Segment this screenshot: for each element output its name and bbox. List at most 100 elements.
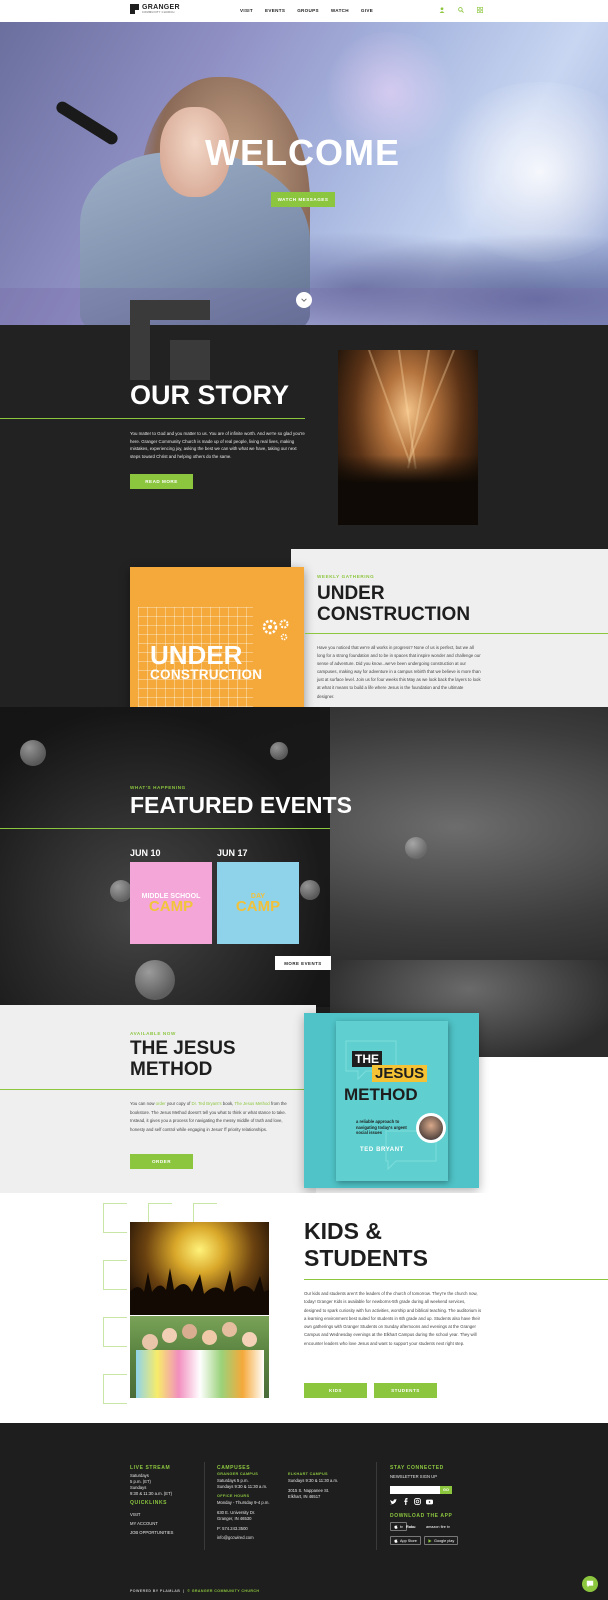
gear-icon: [262, 619, 289, 641]
roku-badge[interactable]: Roku: [403, 1522, 419, 1531]
quicklink-visit[interactable]: VISIT: [130, 1510, 173, 1519]
event-date: JUN 10: [130, 848, 161, 858]
g-logo-watermark-icon: [130, 300, 210, 380]
elkhart-address: 3015 S. Nappanee St. Elkhart, IN 46517: [288, 1488, 330, 1499]
order-link[interactable]: order: [156, 1101, 166, 1106]
powered-by-label: POWERED BY: [130, 1589, 159, 1593]
newsletter-label: NEWSLETTER SIGN UP: [390, 1474, 437, 1479]
series-description: Have you noticed that we're all works in…: [317, 645, 481, 699]
quicklink-job-opportunities[interactable]: JOB OPPORTUNITIES: [130, 1528, 173, 1537]
concert-photo: [338, 350, 478, 525]
our-story-text: You matter to God and you matter to us. …: [130, 431, 305, 459]
newsletter-submit-button[interactable]: GO: [440, 1486, 452, 1494]
series-eyebrow: WEEKLY GATHERING: [317, 574, 375, 579]
series-art-subtitle: CONSTRUCTION: [150, 667, 263, 682]
granger-campus-times: Saturdays 5 p.m. Sundays 9:30 & 11:30 a.…: [217, 1478, 268, 1489]
featured-events-title: FEATURED EVENTS: [130, 792, 352, 818]
download-app-heading: DOWNLOAD THE APP: [390, 1513, 453, 1519]
logo-mark-icon: [130, 4, 139, 15]
quicklinks-heading: QUICKLINKS: [130, 1500, 168, 1506]
book-title: THE JESUS METHOD: [130, 1038, 236, 1080]
footer-bottom-bar: POWERED BY PLAMLAB | © GRANGER COMMUNITY…: [130, 1589, 260, 1593]
user-icon[interactable]: [438, 6, 445, 13]
newsletter-email-input[interactable]: [390, 1486, 440, 1494]
cover-method: METHOD: [344, 1085, 418, 1104]
divider: [0, 1089, 304, 1090]
roku-label: Roku: [406, 1524, 416, 1529]
stay-connected-heading: STAY CONNECTED: [390, 1465, 444, 1471]
cover-subtitle: a reliable approach to navigating today'…: [356, 1119, 407, 1135]
logo-subtitle: COMMUNITY CHURCH: [142, 11, 175, 14]
more-events-button[interactable]: MORE EVENTS: [275, 956, 331, 970]
app-store-badge[interactable]: App Store: [390, 1536, 421, 1545]
copyright: © GRANGER COMMUNITY CHURCH: [187, 1589, 260, 1593]
amazon-fire-tv-badge[interactable]: amazon fire tv: [423, 1522, 453, 1531]
book-description: You can now order your copy of Dr. Ted B…: [130, 1101, 287, 1132]
powered-by-link[interactable]: PLAMLAB: [160, 1589, 180, 1593]
events-eyebrow: WHAT'S HAPPENING: [130, 785, 186, 790]
kids-button[interactable]: KIDS: [304, 1383, 367, 1398]
instagram-icon[interactable]: [414, 1498, 421, 1505]
site-footer: [0, 1423, 608, 1600]
divider: [304, 1279, 608, 1280]
granger-campus-label: GRANGER CAMPUS: [217, 1472, 259, 1476]
livestream-times: Saturdays 5 p.m. (ET) Sundays 9:30 & 11:…: [130, 1473, 173, 1496]
order-button[interactable]: ORDER: [130, 1154, 193, 1169]
search-icon[interactable]: [457, 6, 464, 13]
granger-address: 630 E. University Dr. Granger, IN 46530: [217, 1510, 256, 1521]
cover-jesus: JESUS: [372, 1065, 428, 1082]
event-title-main: CAMP: [148, 897, 194, 915]
watch-messages-button[interactable]: WATCH MESSAGES: [271, 192, 335, 207]
author-link[interactable]: Dr. Ted Bryant's: [191, 1101, 221, 1106]
chevron-down-icon[interactable]: [296, 292, 312, 308]
series-title-line: UNDER: [317, 583, 385, 604]
quicklinks-list: VISIT MY ACCOUNT JOB OPPORTUNITIES: [130, 1510, 173, 1537]
logo[interactable]: GRANGER COMMUNITY CHURCH: [130, 4, 180, 15]
students-button[interactable]: STUDENTS: [374, 1383, 437, 1398]
balloon: [135, 960, 175, 1000]
facebook-icon[interactable]: [402, 1498, 409, 1505]
youtube-icon[interactable]: [426, 1498, 433, 1505]
campuses-heading: CAMPUSES: [217, 1465, 251, 1471]
email-link[interactable]: info@gccwired.com: [217, 1535, 254, 1541]
app-store-label: App Store: [400, 1538, 417, 1543]
office-hours: Monday - Thursday 9-4 p.m.: [217, 1500, 270, 1505]
our-story-title: OUR STORY: [130, 380, 290, 410]
event-card-day-camp[interactable]: DAY CAMP: [217, 862, 299, 944]
google-play-label: Google play: [434, 1538, 455, 1543]
event-date: JUN 17: [217, 848, 248, 858]
divider: [0, 418, 305, 419]
read-more-button[interactable]: READ MORE: [130, 474, 193, 489]
logo-outline-icon: [103, 1374, 127, 1404]
chat-bubble-icon[interactable]: [582, 1576, 598, 1592]
kids-title-line: KIDS &: [304, 1218, 382, 1244]
cover-author: TED BRYANT: [360, 1147, 404, 1153]
footer-divider: [376, 1462, 377, 1550]
nav-item-give[interactable]: GIVE: [361, 8, 373, 13]
event-title-main: CAMP: [235, 897, 281, 915]
book-title-line: METHOD: [130, 1059, 213, 1080]
phone-number[interactable]: P: 574.243.3500: [217, 1526, 248, 1532]
microphone: [54, 99, 120, 147]
logo-outline-icon: [103, 1260, 127, 1290]
kids-students-description: Our kids and students aren't the leaders…: [304, 1291, 482, 1346]
google-play-badge[interactable]: Google play: [424, 1536, 459, 1545]
kids-title-line: STUDENTS: [304, 1245, 428, 1271]
balloon: [110, 880, 132, 902]
grid-icon[interactable]: [476, 6, 483, 13]
nav-item-events[interactable]: EVENTS: [265, 8, 285, 13]
event-card-middle-school-camp[interactable]: MIDDLE SCHOOL CAMP: [130, 862, 212, 944]
book-link[interactable]: The Jesus Method: [234, 1101, 269, 1106]
balloon: [270, 742, 288, 760]
nav-item-visit[interactable]: VISIT: [240, 8, 253, 13]
quicklink-my-account[interactable]: MY ACCOUNT: [130, 1519, 173, 1528]
balloon: [20, 740, 46, 766]
balloon: [300, 880, 320, 900]
twitter-icon[interactable]: [390, 1498, 397, 1505]
divider: [305, 633, 608, 634]
nav-item-groups[interactable]: GROUPS: [297, 8, 319, 13]
nav-item-watch[interactable]: WATCH: [331, 8, 349, 13]
book-cover: THE JESUS METHOD a reliable approach to …: [336, 1021, 448, 1181]
social-links: [390, 1498, 433, 1505]
logo-outline-icon: [103, 1203, 127, 1233]
